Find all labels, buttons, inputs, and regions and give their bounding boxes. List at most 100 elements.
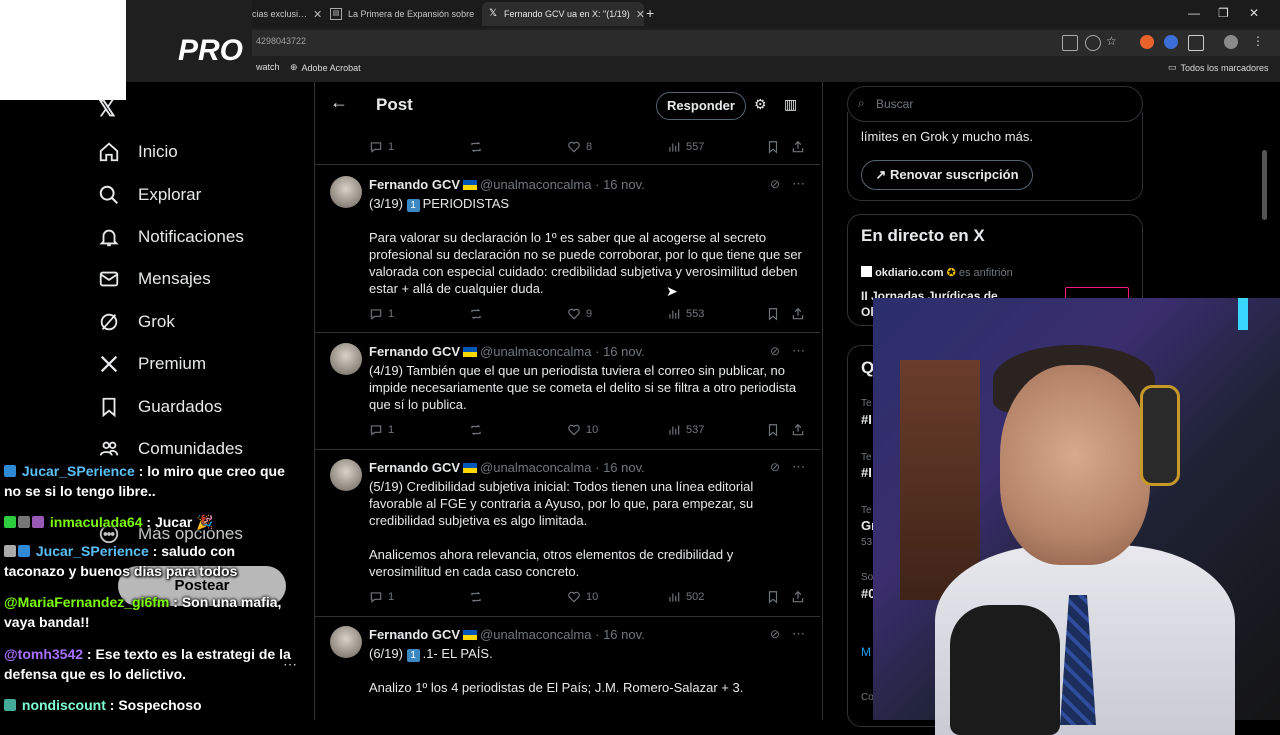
grok-icon[interactable]: ⊘ — [770, 177, 780, 191]
author-name[interactable]: Fernando GCV — [369, 344, 460, 359]
tweet-date[interactable]: · 16 nov. — [595, 344, 645, 359]
avatar[interactable] — [330, 343, 362, 375]
maximize-button[interactable]: ❐ — [1218, 6, 1229, 20]
reply-action[interactable]: 1 — [369, 423, 394, 437]
ukraine-flag-icon — [463, 630, 478, 640]
bookmark-action[interactable] — [766, 423, 780, 437]
renew-subscription-button[interactable]: ↗ Renovar suscripción — [861, 160, 1033, 190]
bookmark-action[interactable] — [766, 140, 780, 154]
live-host[interactable]: okdiario.com ✪ es anfitrión — [861, 266, 1013, 279]
share-action[interactable] — [791, 307, 805, 321]
views-action[interactable]: 557 — [667, 140, 704, 154]
browser-tab[interactable]: cias exclusi… ✕ — [252, 2, 324, 26]
tweet-date[interactable]: · 16 nov. — [595, 460, 645, 475]
reply-action[interactable]: 1 — [369, 307, 394, 321]
star-icon[interactable]: ☆ — [1106, 34, 1117, 48]
reader-view-icon[interactable]: ▥ — [784, 96, 797, 113]
author-name[interactable]: Fernando GCV — [369, 460, 460, 475]
more-icon[interactable]: ⋯ — [792, 176, 805, 192]
like-action[interactable]: 8 — [567, 140, 592, 154]
like-action[interactable]: 10 — [567, 423, 598, 437]
trend-name[interactable]: #I — [861, 465, 872, 480]
bookmark-item[interactable]: watch — [256, 62, 280, 72]
sliders-icon[interactable]: ⚙ — [754, 96, 767, 113]
like-action[interactable]: 10 — [567, 590, 598, 604]
grok-icon[interactable]: ⊘ — [770, 627, 780, 641]
nav-grok[interactable]: Grok — [98, 311, 175, 333]
nav-communities[interactable]: Comunidades — [98, 438, 243, 460]
bookmark-icon — [768, 424, 778, 437]
extension-icon[interactable] — [1164, 35, 1178, 49]
bookmark-action[interactable] — [766, 590, 780, 604]
chat-user: @tomh3542 — [4, 646, 84, 662]
all-bookmarks[interactable]: ▭ Todos los marcadores — [1168, 62, 1269, 73]
browser-tab[interactable]: ▤ La Primera de Expansión sobre ✕ — [326, 2, 480, 26]
author-handle[interactable]: @unalmaconcalma — [480, 627, 591, 642]
trend-name[interactable]: #I — [861, 412, 872, 427]
show-more-link[interactable]: M — [861, 645, 871, 659]
nav-notifications[interactable]: Notificaciones — [98, 226, 244, 248]
reply-button[interactable]: Responder — [656, 92, 746, 120]
heart-icon — [568, 308, 580, 320]
bookmark-label: Adobe Acrobat — [301, 62, 361, 73]
reply-action[interactable]: 1 — [369, 590, 394, 604]
footer-link[interactable]: Co — [861, 692, 874, 703]
close-window-button[interactable]: ✕ — [1249, 6, 1259, 20]
close-icon[interactable]: ✕ — [636, 8, 644, 21]
minimize-button[interactable]: — — [1188, 6, 1200, 20]
avatar[interactable] — [330, 626, 362, 658]
share-action[interactable] — [791, 590, 805, 604]
retweet-action[interactable] — [469, 307, 483, 321]
retweet-action[interactable] — [469, 140, 483, 154]
author-handle[interactable]: @unalmaconcalma — [480, 344, 591, 359]
tweet-date[interactable]: · 16 nov. — [595, 627, 645, 642]
more-icon[interactable]: ⋯ — [792, 459, 805, 475]
menu-kebab-icon[interactable]: ⋮ — [1252, 34, 1264, 48]
share-action[interactable] — [791, 140, 805, 154]
puzzle-icon[interactable] — [1188, 35, 1204, 51]
brave-extension-icon[interactable] — [1140, 35, 1154, 49]
trend-category: So — [861, 572, 874, 583]
more-icon[interactable]: ⋯ — [792, 626, 805, 642]
new-tab-button[interactable]: + — [646, 5, 654, 21]
share-action[interactable] — [791, 423, 805, 437]
reply-action[interactable]: 1 — [369, 140, 394, 154]
tweet-date[interactable]: · 16 nov. — [595, 177, 645, 192]
nav-messages[interactable]: Mensajes — [98, 268, 211, 290]
badge-icon — [4, 545, 16, 557]
author-name[interactable]: Fernando GCV — [369, 177, 460, 192]
views-action[interactable]: 537 — [667, 423, 704, 437]
author-handle[interactable]: @unalmaconcalma — [480, 460, 591, 475]
nav-explore[interactable]: Explorar — [98, 184, 201, 206]
grok-icon[interactable]: ⊘ — [770, 460, 780, 474]
author-name[interactable]: Fernando GCV — [369, 627, 460, 642]
browser-tab-active[interactable]: 𝕏 Fernando GCV ua en X: "(1/19) ✕ — [482, 2, 644, 26]
retweet-action[interactable] — [469, 590, 483, 604]
x-logo-icon[interactable]: 𝕏 — [98, 96, 116, 122]
back-arrow-icon[interactable]: ← — [330, 92, 348, 113]
tweet-header: Fernando GCV @unalmaconcalma · 16 nov. — [369, 460, 645, 475]
folder-icon: ▭ — [1168, 62, 1177, 72]
nav-home[interactable]: Inicio — [98, 141, 178, 163]
more-icon[interactable]: ⋯ — [792, 343, 805, 359]
author-handle[interactable]: @unalmaconcalma — [480, 177, 591, 192]
bookmark-item[interactable]: ⊕ Adobe Acrobat — [290, 62, 361, 73]
nav-bookmarks[interactable]: Guardados — [98, 396, 222, 418]
retweet-action[interactable] — [469, 423, 483, 437]
zoom-icon[interactable] — [1085, 35, 1101, 51]
avatar[interactable] — [330, 176, 362, 208]
grok-icon[interactable]: ⊘ — [770, 344, 780, 358]
search-input[interactable]: Buscar — [876, 97, 913, 111]
nav-premium[interactable]: Premium — [98, 353, 206, 375]
cast-icon[interactable] — [1062, 35, 1078, 51]
scrollbar-thumb[interactable] — [1262, 150, 1267, 220]
bookmark-action[interactable] — [766, 307, 780, 321]
close-icon[interactable]: ✕ — [313, 8, 324, 21]
avatar[interactable] — [330, 459, 362, 491]
like-action[interactable]: 9 — [567, 307, 592, 321]
address-bar[interactable] — [252, 30, 1280, 56]
profile-avatar[interactable] — [1224, 35, 1238, 49]
live-title: En directo en X — [861, 226, 985, 245]
views-action[interactable]: 553 — [667, 307, 704, 321]
views-action[interactable]: 502 — [667, 590, 704, 604]
